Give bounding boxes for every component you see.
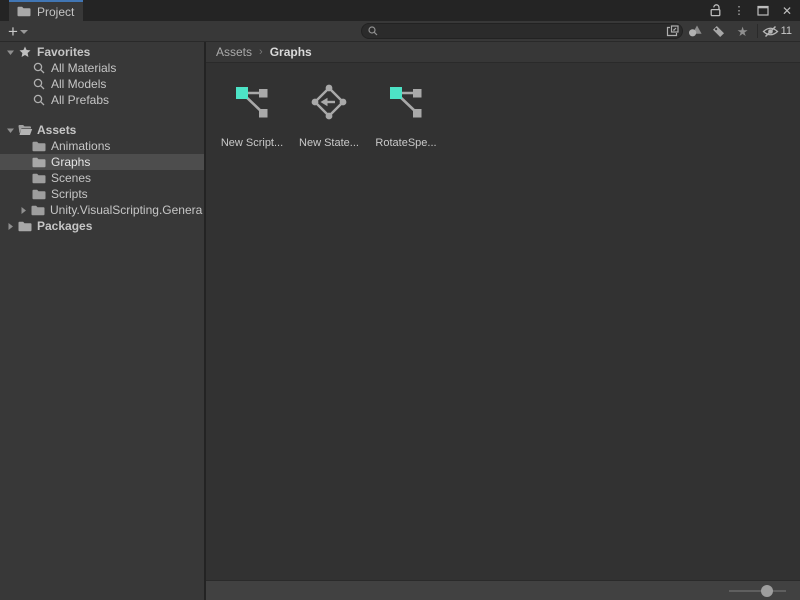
sidebar-item-all-models[interactable]: All Models — [0, 76, 204, 92]
sidebar-item-graphs[interactable]: Graphs — [0, 154, 204, 170]
sidebar-item-packages[interactable]: Packages — [0, 218, 204, 234]
tab-bar: Project ⋮ ✕ — [0, 0, 800, 21]
asset-label: New Script... — [221, 137, 283, 149]
filter-by-label-icon[interactable] — [707, 22, 731, 40]
project-window: Project ⋮ ✕ + — [0, 0, 800, 600]
hidden-count: 11 — [781, 25, 792, 37]
status-bar — [206, 580, 800, 600]
filter-by-type-icon[interactable] — [683, 22, 707, 40]
maximize-icon[interactable] — [755, 3, 771, 19]
breadcrumb-graphs[interactable]: Graphs — [270, 45, 312, 59]
sidebar-item-all-prefabs[interactable]: All Prefabs — [0, 92, 204, 108]
hidden-items-toggle[interactable]: 11 — [760, 25, 792, 38]
state-graph-icon — [310, 83, 348, 137]
asset-label: New State... — [299, 137, 359, 149]
script-graph-icon — [233, 83, 271, 137]
asset-grid: New Script... New — [206, 63, 800, 580]
tab-label: Project — [37, 5, 74, 19]
toolbar: + — [0, 21, 800, 42]
plus-icon: + — [8, 24, 18, 39]
zoom-slider[interactable] — [729, 585, 786, 597]
section-gap — [0, 108, 204, 122]
breadcrumb-assets[interactable]: Assets — [216, 45, 252, 59]
unlock-icon[interactable] — [707, 3, 723, 19]
breadcrumb: Assets › Graphs — [206, 42, 800, 63]
asset-item-rotatespeed[interactable]: RotateSpe... — [368, 83, 444, 149]
folder-icon — [31, 157, 47, 168]
sidebar-tree: Favorites All Materials All Models All P… — [0, 42, 206, 600]
script-graph-icon — [387, 83, 425, 137]
search-icon — [31, 62, 47, 74]
search-box — [361, 23, 683, 39]
open-search-window-icon[interactable] — [666, 25, 679, 37]
breadcrumb-separator-icon: › — [259, 46, 263, 58]
folder-open-icon — [17, 124, 33, 136]
eye-slash-icon — [762, 25, 779, 38]
asset-item-new-state[interactable]: New State... — [291, 83, 367, 149]
search-input[interactable] — [382, 25, 666, 37]
sidebar-item-favorites[interactable]: Favorites — [0, 44, 204, 60]
search-icon — [368, 26, 378, 36]
folder-icon — [31, 189, 47, 200]
content-pane: Assets › Graphs New Script — [206, 42, 800, 600]
slider-thumb[interactable] — [761, 585, 773, 597]
toolbar-separator — [757, 24, 758, 38]
favorites-filter-icon[interactable]: ★ — [731, 22, 755, 40]
expand-arrow-icon[interactable] — [4, 126, 17, 135]
search-icon — [31, 94, 47, 106]
folder-icon — [30, 205, 46, 216]
sidebar-item-assets[interactable]: Assets — [0, 122, 204, 138]
add-button[interactable]: + — [8, 24, 28, 39]
sidebar-item-animations[interactable]: Animations — [0, 138, 204, 154]
folder-icon — [31, 173, 47, 184]
chevron-down-icon — [20, 30, 28, 34]
slider-track[interactable] — [729, 590, 786, 592]
sidebar-item-scripts[interactable]: Scripts — [0, 186, 204, 202]
expand-arrow-icon[interactable] — [4, 48, 17, 57]
tab-project[interactable]: Project — [9, 0, 83, 21]
close-icon[interactable]: ✕ — [779, 3, 795, 19]
asset-item-new-script[interactable]: New Script... — [214, 83, 290, 149]
window-menu-icon[interactable]: ⋮ — [731, 3, 747, 19]
sidebar-item-unity-visualscripting[interactable]: Unity.VisualScripting.Genera — [0, 202, 204, 218]
star-icon — [17, 46, 33, 58]
collapsed-arrow-icon[interactable] — [4, 222, 17, 231]
sidebar-item-all-materials[interactable]: All Materials — [0, 60, 204, 76]
folder-icon — [17, 221, 33, 232]
folder-icon — [16, 6, 32, 17]
sidebar-item-scenes[interactable]: Scenes — [0, 170, 204, 186]
collapsed-arrow-icon[interactable] — [17, 206, 30, 215]
search-icon — [31, 78, 47, 90]
folder-icon — [31, 141, 47, 152]
main-area: Favorites All Materials All Models All P… — [0, 42, 800, 600]
asset-label: RotateSpe... — [375, 137, 436, 149]
titlebar-icons: ⋮ ✕ — [707, 0, 795, 21]
